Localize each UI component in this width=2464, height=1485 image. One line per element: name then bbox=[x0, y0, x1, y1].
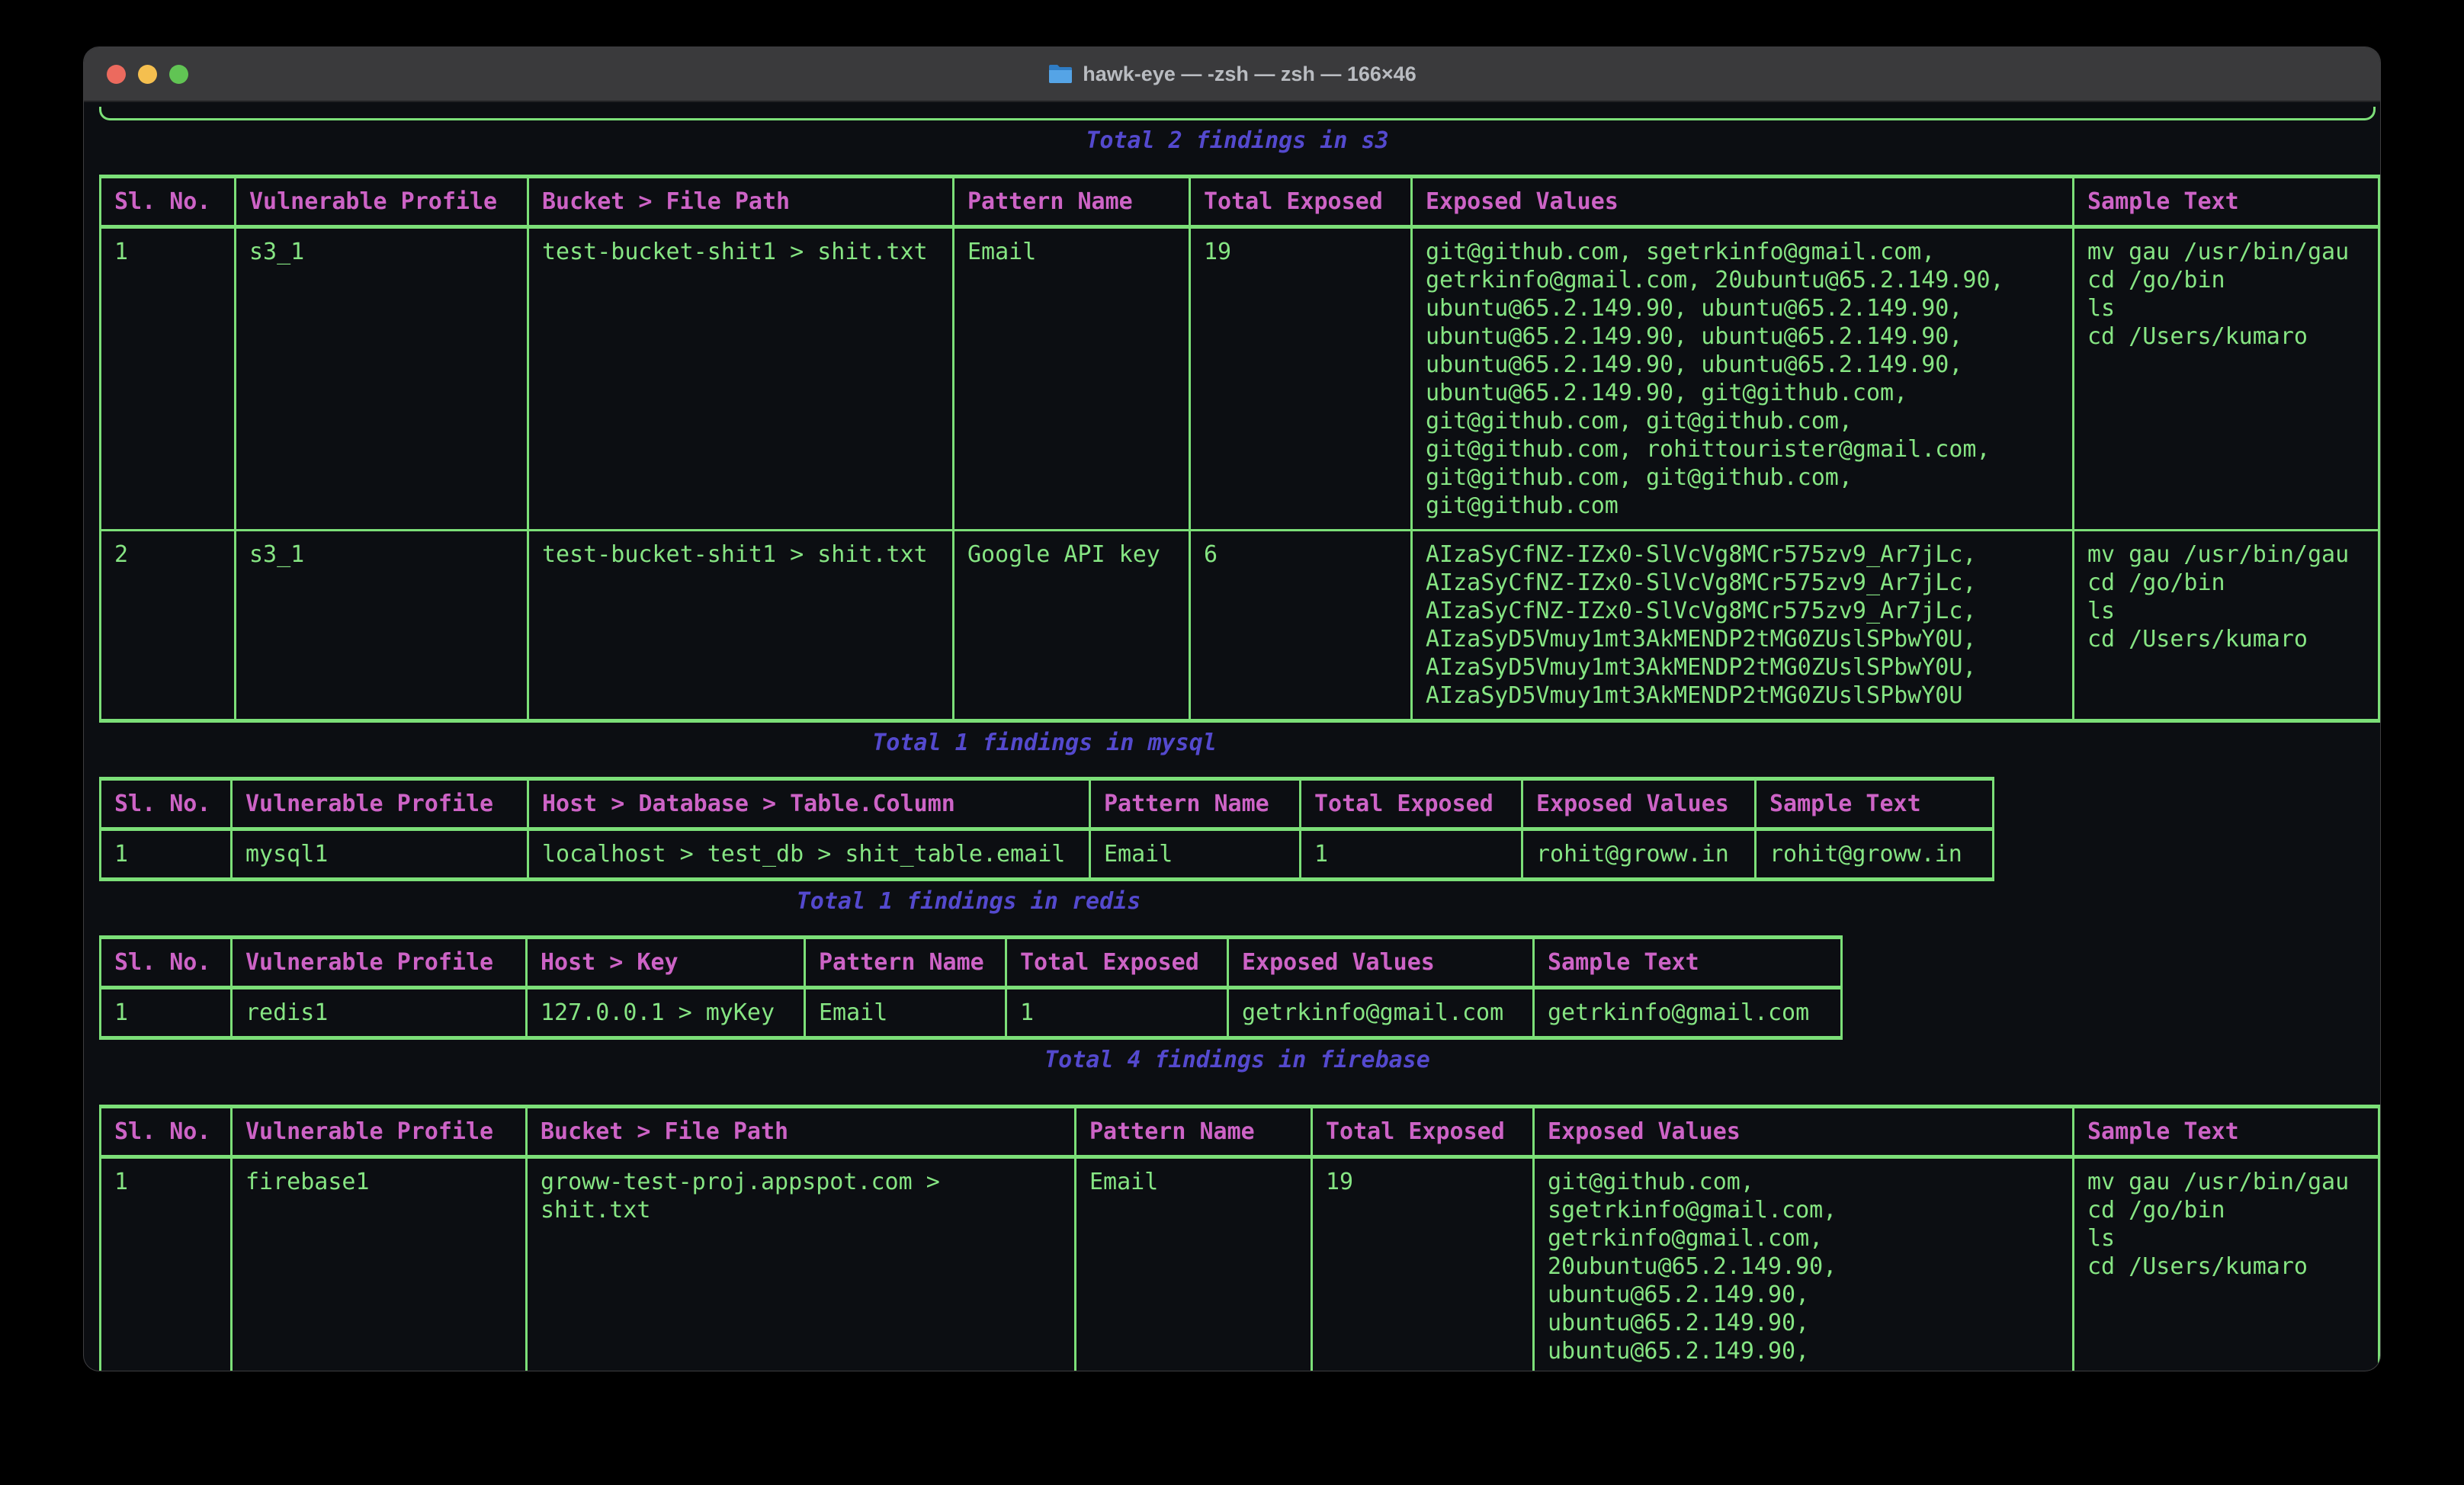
findings-caption-redis: Total 1 findings in redis bbox=[99, 887, 1838, 916]
findings-table-redis: Sl. No.Vulnerable ProfileHost > KeyPatte… bbox=[99, 935, 1843, 1040]
column-header: Pattern Name bbox=[1091, 781, 1301, 831]
table-row: 1firebase1groww-test-proj.appspot.com > … bbox=[101, 1159, 2378, 1371]
cell: s3_1 bbox=[236, 229, 529, 531]
cell: 19 bbox=[1191, 229, 1413, 531]
column-header: Exposed Values bbox=[1523, 781, 1757, 831]
traffic-lights bbox=[107, 47, 188, 101]
previous-table-bottom-border bbox=[99, 107, 2376, 120]
column-header: Pattern Name bbox=[806, 939, 1007, 989]
cell: test-bucket-shit1 > shit.txt bbox=[529, 229, 954, 531]
header-row: Sl. No.Vulnerable ProfileBucket > File P… bbox=[101, 1108, 2378, 1159]
cell: Google API key bbox=[954, 531, 1191, 719]
cell: groww-test-proj.appspot.com > shit.txt bbox=[528, 1159, 1076, 1371]
cell: 19 bbox=[1313, 1159, 1535, 1371]
cell: test-bucket-shit1 > shit.txt bbox=[529, 531, 954, 719]
cell: AIzaSyCfNZ-IZx0-SlVcVg8MCr575zv9_Ar7jLc,… bbox=[1413, 531, 2074, 719]
cell: Email bbox=[954, 229, 1191, 531]
findings-caption-firebase: Total 4 findings in firebase bbox=[99, 1046, 2376, 1074]
column-header: Pattern Name bbox=[954, 178, 1191, 229]
cell: 1 bbox=[1007, 989, 1229, 1036]
header-row: Sl. No.Vulnerable ProfileBucket > File P… bbox=[101, 178, 2378, 229]
column-header: Sl. No. bbox=[101, 939, 233, 989]
close-button[interactable] bbox=[107, 65, 126, 84]
findings-caption-s3: Total 2 findings in s3 bbox=[99, 127, 2376, 155]
cell: Email bbox=[806, 989, 1007, 1036]
column-header: Total Exposed bbox=[1191, 178, 1413, 229]
table-row: 2s3_1test-bucket-shit1 > shit.txtGoogle … bbox=[101, 531, 2378, 719]
column-header: Host > Database > Table.Column bbox=[529, 781, 1091, 831]
titlebar[interactable]: hawk-eye — -zsh — zsh — 166×46 bbox=[84, 47, 2380, 102]
column-header: Total Exposed bbox=[1301, 781, 1523, 831]
cell: rohit@groww.in bbox=[1757, 831, 1992, 877]
column-header: Sample Text bbox=[1535, 939, 1840, 989]
cell: s3_1 bbox=[236, 531, 529, 719]
desktop-background: hawk-eye — -zsh — zsh — 166×46 Total 2 f… bbox=[0, 0, 2464, 1485]
column-header: Sample Text bbox=[1757, 781, 1992, 831]
cell: 127.0.0.1 > myKey bbox=[528, 989, 806, 1036]
column-header: Sample Text bbox=[2074, 178, 2378, 229]
cell: rohit@groww.in bbox=[1523, 831, 1757, 877]
cell: 1 bbox=[101, 989, 233, 1036]
column-header: Vulnerable Profile bbox=[233, 1108, 528, 1159]
findings-caption-mysql: Total 1 findings in mysql bbox=[99, 729, 1990, 757]
column-header: Vulnerable Profile bbox=[233, 939, 528, 989]
window-title: hawk-eye — -zsh — zsh — 166×46 bbox=[1083, 63, 1416, 86]
cell: git@github.com, sgetrkinfo@gmail.com, ge… bbox=[1413, 229, 2074, 531]
cell: 1 bbox=[101, 229, 236, 531]
column-header: Vulnerable Profile bbox=[236, 178, 529, 229]
column-header: Exposed Values bbox=[1413, 178, 2074, 229]
cell: 6 bbox=[1191, 531, 1413, 719]
header-row: Sl. No.Vulnerable ProfileHost > KeyPatte… bbox=[101, 939, 1840, 989]
cell: mv gau /usr/bin/gau cd /go/bin ls cd /Us… bbox=[2074, 531, 2378, 719]
terminal-content[interactable]: Total 2 findings in s3 Sl. No.Vulnerable… bbox=[84, 102, 2380, 1371]
cell: 1 bbox=[1301, 831, 1523, 877]
cell: 1 bbox=[101, 831, 233, 877]
column-header: Bucket > File Path bbox=[528, 1108, 1076, 1159]
cell: redis1 bbox=[233, 989, 528, 1036]
findings-table-firebase: Sl. No.Vulnerable ProfileBucket > File P… bbox=[99, 1105, 2380, 1371]
cell: getrkinfo@gmail.com bbox=[1229, 989, 1535, 1036]
findings-table-mysql: Sl. No.Vulnerable ProfileHost > Database… bbox=[99, 777, 1994, 881]
cell: mv gau /usr/bin/gau cd /go/bin ls cd /Us… bbox=[2074, 229, 2378, 531]
cell: 1 bbox=[101, 1159, 233, 1371]
table-row: 1redis1127.0.0.1 > myKeyEmail1getrkinfo@… bbox=[101, 989, 1840, 1036]
column-header: Pattern Name bbox=[1076, 1108, 1313, 1159]
cell: mv gau /usr/bin/gau cd /go/bin ls cd /Us… bbox=[2074, 1159, 2378, 1371]
column-header: Sl. No. bbox=[101, 178, 236, 229]
table-row: 1mysql1localhost > test_db > shit_table.… bbox=[101, 831, 1992, 877]
cell: firebase1 bbox=[233, 1159, 528, 1371]
column-header: Bucket > File Path bbox=[529, 178, 954, 229]
column-header: Host > Key bbox=[528, 939, 806, 989]
cell: Email bbox=[1091, 831, 1301, 877]
findings-table-s3: Sl. No.Vulnerable ProfileBucket > File P… bbox=[99, 175, 2380, 723]
zoom-button[interactable] bbox=[169, 65, 188, 84]
cell: Email bbox=[1076, 1159, 1313, 1371]
column-header: Total Exposed bbox=[1007, 939, 1229, 989]
header-row: Sl. No.Vulnerable ProfileHost > Database… bbox=[101, 781, 1992, 831]
cell: mysql1 bbox=[233, 831, 529, 877]
column-header: Exposed Values bbox=[1535, 1108, 2074, 1159]
cell: getrkinfo@gmail.com bbox=[1535, 989, 1840, 1036]
folder-icon bbox=[1048, 63, 1073, 85]
column-header: Exposed Values bbox=[1229, 939, 1535, 989]
column-header: Sl. No. bbox=[101, 1108, 233, 1159]
column-header: Sl. No. bbox=[101, 781, 233, 831]
cell: git@github.com, sgetrkinfo@gmail.com, ge… bbox=[1535, 1159, 2074, 1371]
cell: localhost > test_db > shit_table.email bbox=[529, 831, 1091, 877]
terminal-window: hawk-eye — -zsh — zsh — 166×46 Total 2 f… bbox=[84, 47, 2380, 1371]
column-header: Sample Text bbox=[2074, 1108, 2378, 1159]
column-header: Vulnerable Profile bbox=[233, 781, 529, 831]
cell: 2 bbox=[101, 531, 236, 719]
column-header: Total Exposed bbox=[1313, 1108, 1535, 1159]
minimize-button[interactable] bbox=[138, 65, 157, 84]
table-row: 1s3_1test-bucket-shit1 > shit.txtEmail19… bbox=[101, 229, 2378, 531]
